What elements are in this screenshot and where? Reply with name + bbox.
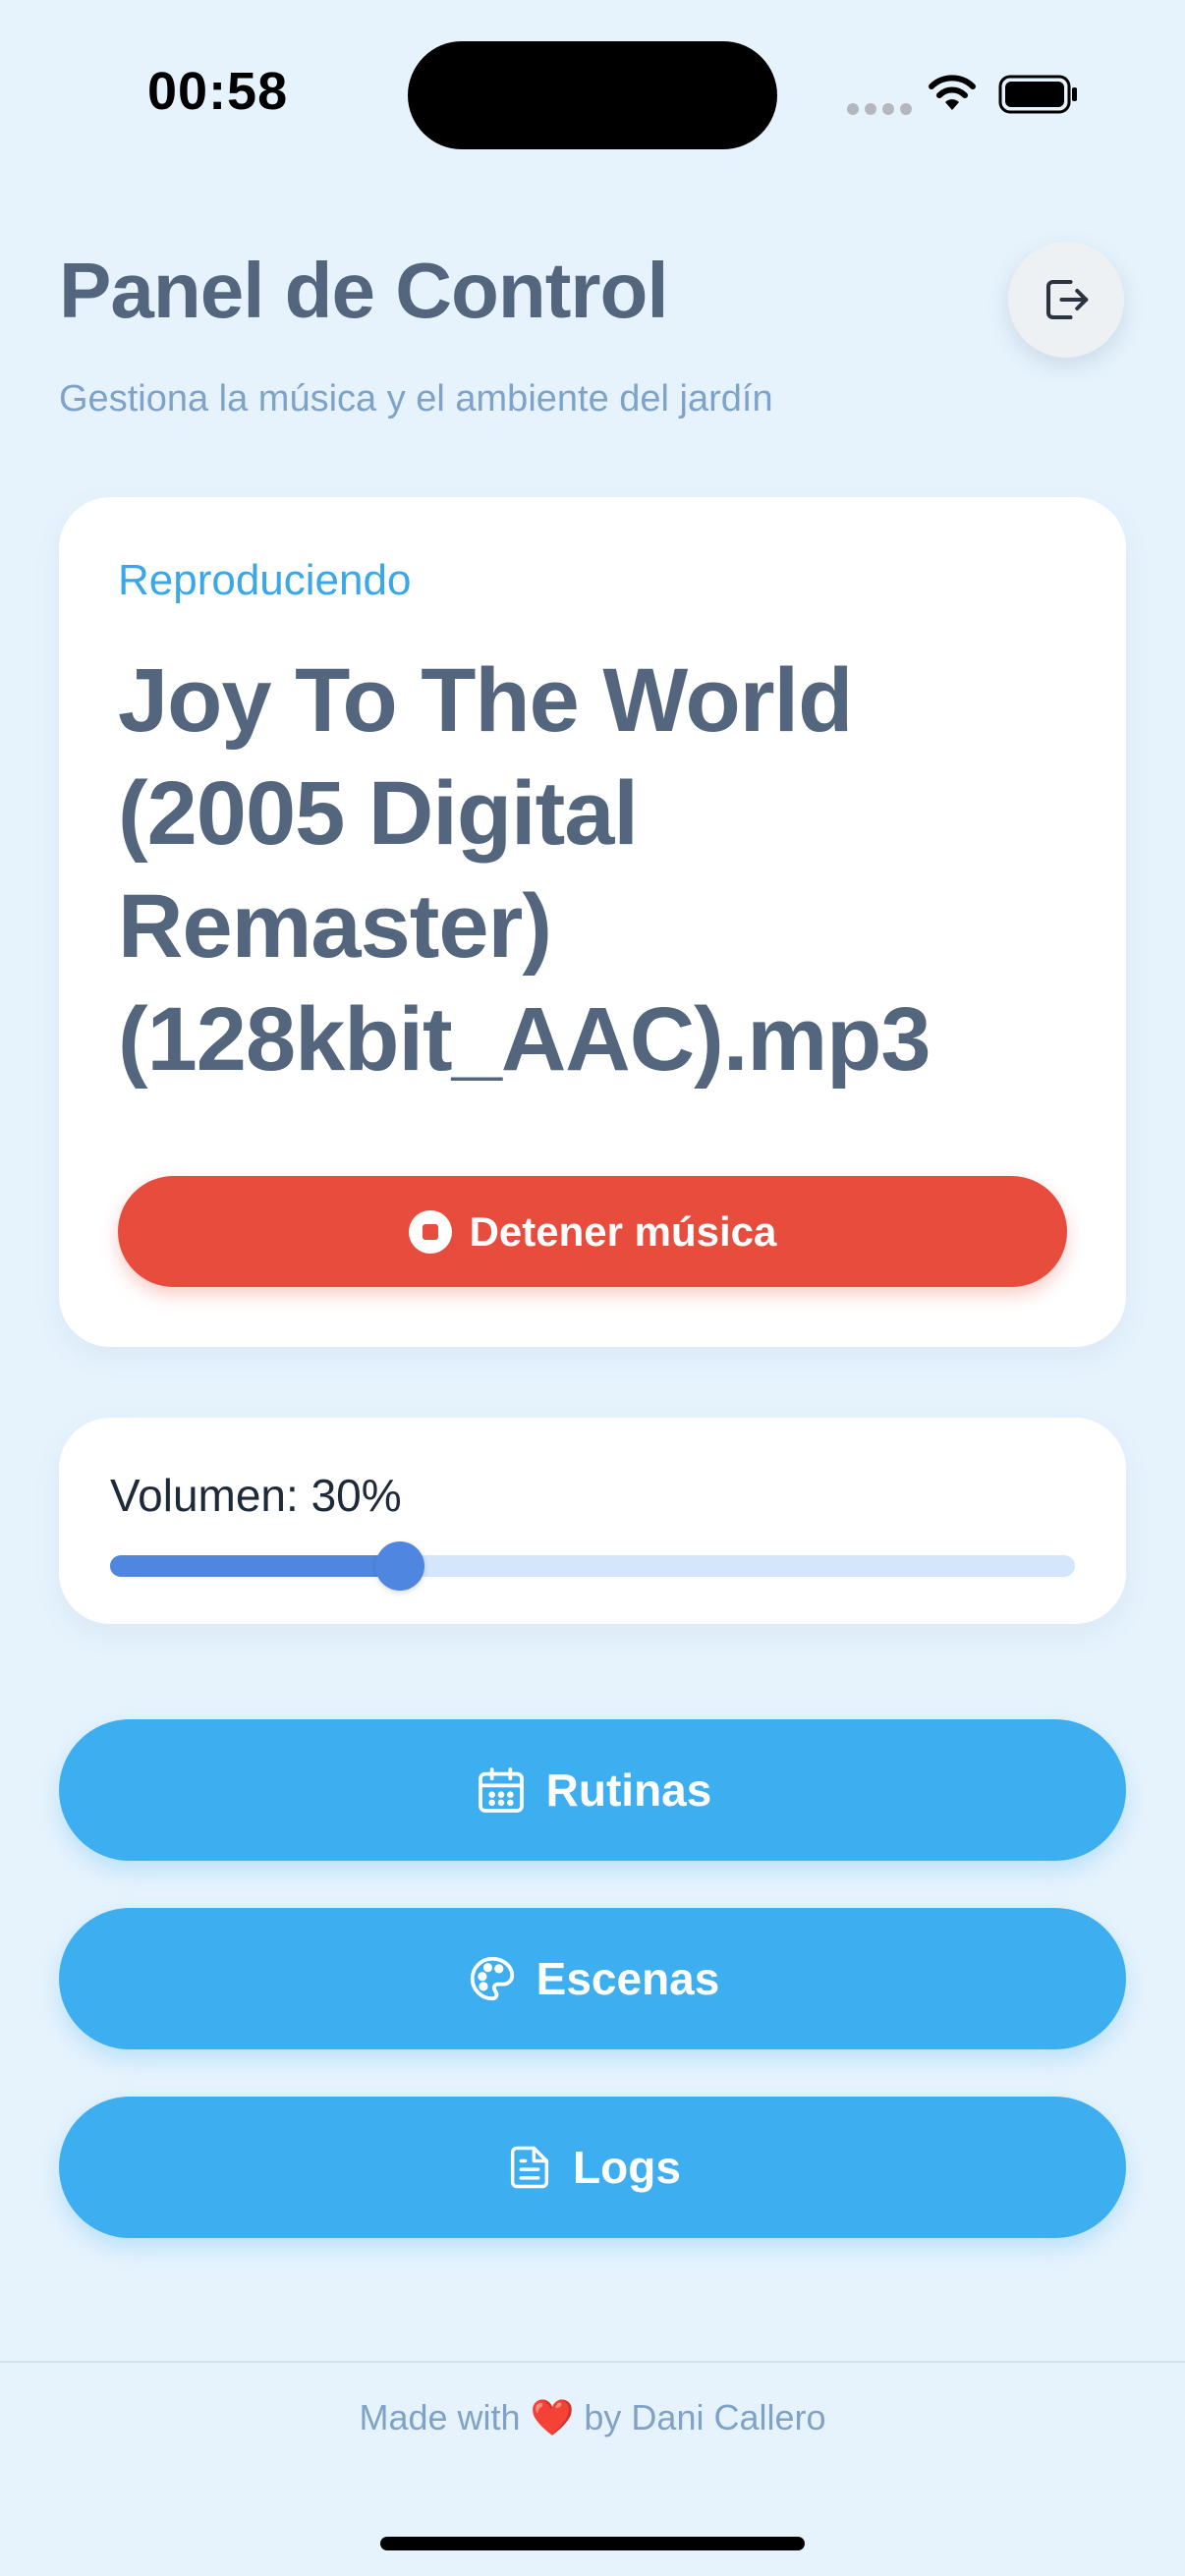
stop-music-label: Detener música	[469, 1207, 777, 1255]
battery-icon	[998, 75, 1077, 114]
now-playing-label: Reproduciendo	[118, 556, 412, 604]
volume-fill	[110, 1555, 400, 1577]
footer-suffix: by Dani Callero	[584, 2397, 826, 2437]
volume-label: Volumen: 30%	[110, 1470, 402, 1521]
wifi-icon	[929, 75, 976, 110]
stop-music-button[interactable]: Detener música	[118, 1176, 1067, 1287]
logout-button[interactable]	[1008, 242, 1124, 358]
volume-card: Volumen: 30%	[59, 1418, 1126, 1624]
status-bar: 00:58	[0, 0, 1185, 196]
volume-thumb[interactable]	[374, 1541, 424, 1591]
home-indicator[interactable]	[380, 2537, 805, 2550]
palette-icon	[470, 1956, 514, 2001]
track-title: Joy To The World (2005 Digital Remaster)…	[118, 650, 931, 1090]
page-title: Panel de Control	[59, 247, 669, 334]
document-icon	[510, 2146, 549, 2189]
logs-button[interactable]: Logs	[59, 2097, 1126, 2238]
footer-divider	[0, 2361, 1185, 2363]
heart-icon: ❤️	[530, 2397, 575, 2437]
volume-slider[interactable]	[110, 1541, 1075, 1591]
stop-icon	[408, 1209, 452, 1254]
escenas-label: Escenas	[536, 1953, 720, 2004]
logs-label: Logs	[573, 2142, 681, 2193]
cellular-dots-icon	[847, 103, 912, 115]
dynamic-island	[408, 41, 777, 149]
footer-prefix: Made with	[359, 2397, 521, 2437]
escenas-button[interactable]: Escenas	[59, 1908, 1126, 2049]
page-subtitle: Gestiona la música y el ambiente del jar…	[59, 378, 773, 420]
now-playing-card: Reproduciendo Joy To The World (2005 Dig…	[59, 497, 1126, 1347]
calendar-icon	[478, 1767, 524, 1813]
footer: Made with ❤️ by Dani Callero	[0, 2397, 1185, 2438]
rutinas-button[interactable]: Rutinas	[59, 1719, 1126, 1861]
logout-icon	[1045, 279, 1089, 320]
rutinas-label: Rutinas	[545, 1764, 712, 1816]
status-time: 00:58	[147, 62, 289, 121]
